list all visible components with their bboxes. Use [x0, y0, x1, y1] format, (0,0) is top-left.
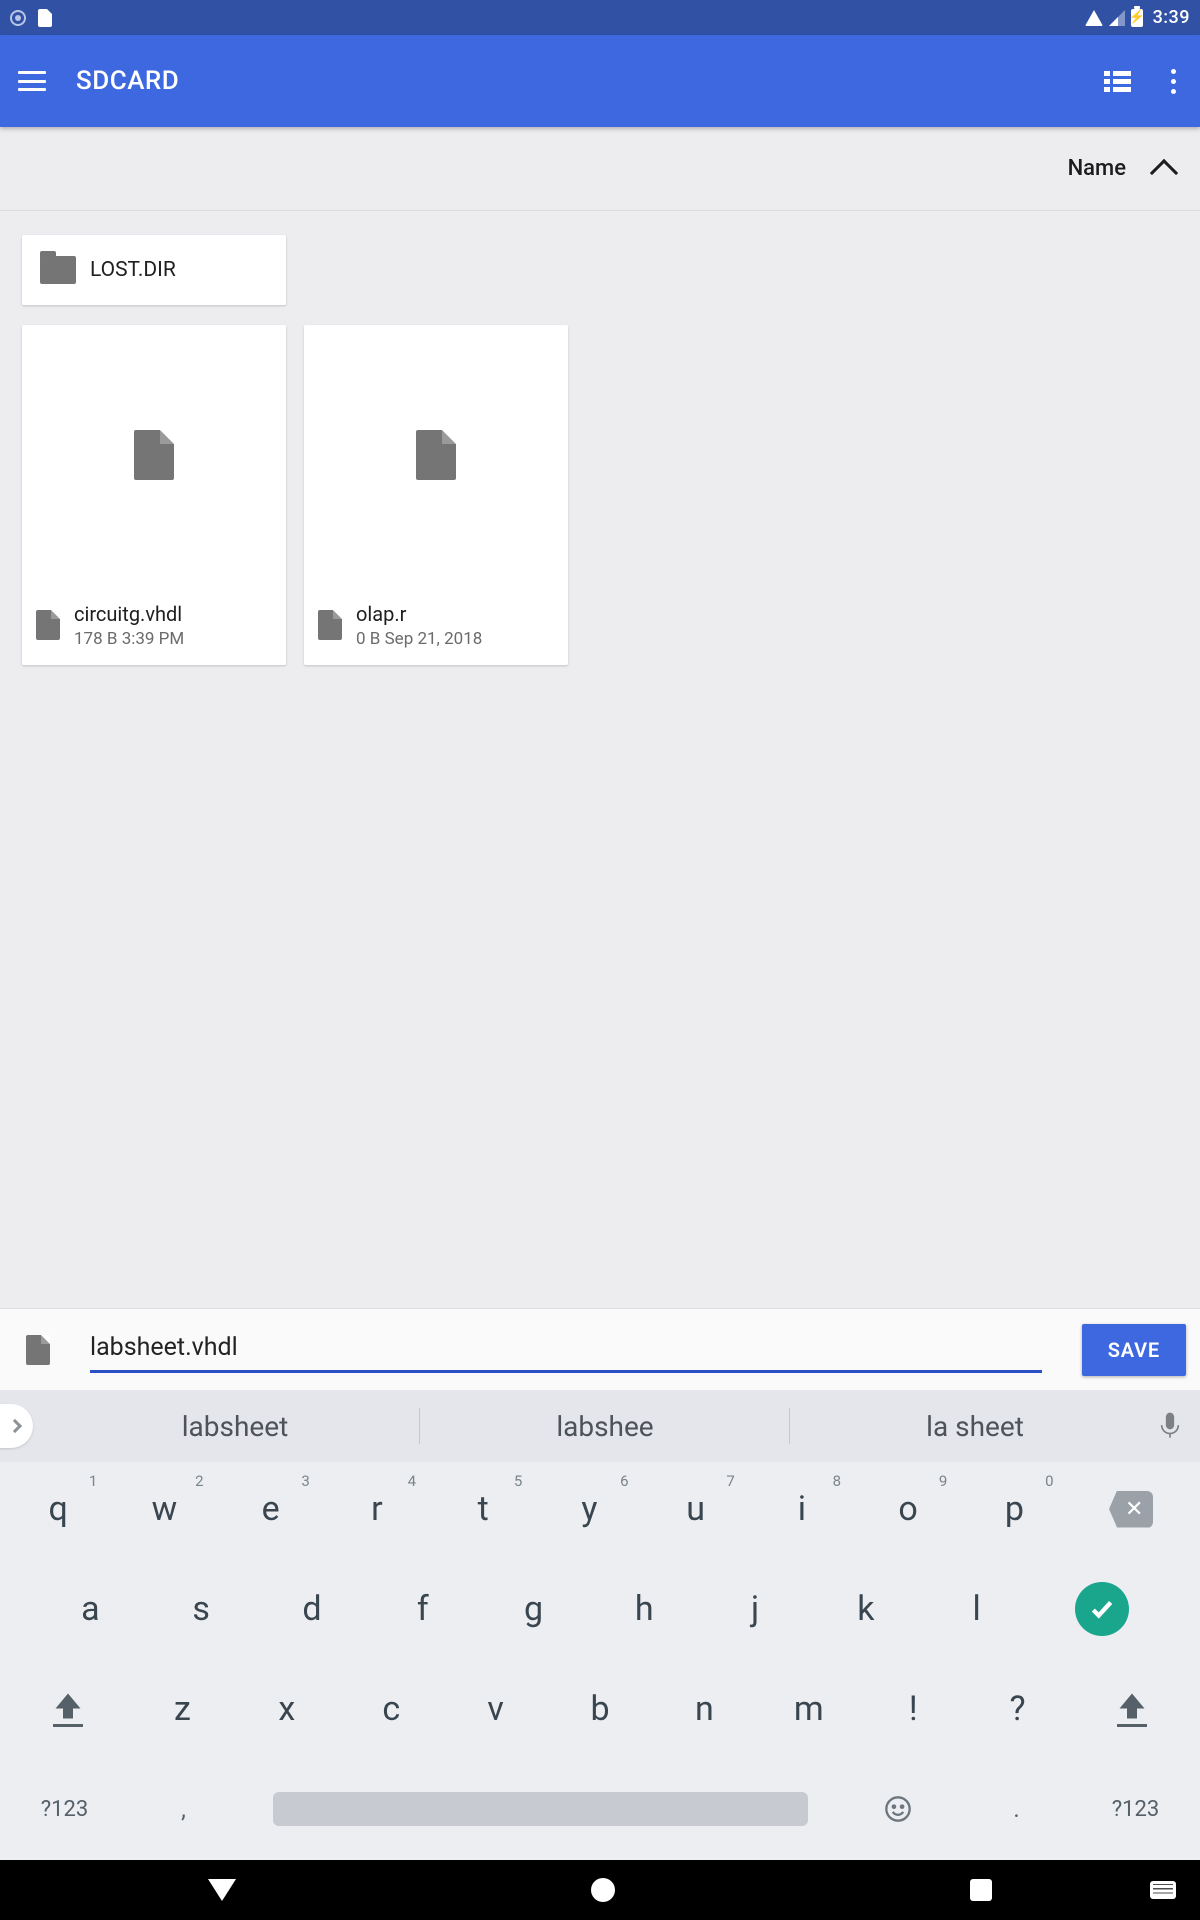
key-s[interactable]: s	[146, 1568, 257, 1650]
status-bar: ⚡ 3:39	[0, 0, 1200, 35]
key-a[interactable]: a	[35, 1568, 146, 1650]
key-m[interactable]: m	[757, 1668, 861, 1750]
file-icon	[36, 610, 60, 640]
recent-button[interactable]	[970, 1879, 992, 1901]
key-q[interactable]: q1	[5, 1468, 111, 1550]
keyboard-switch-icon[interactable]	[1150, 1881, 1176, 1899]
menu-icon[interactable]	[18, 71, 46, 91]
key-g[interactable]: g	[478, 1568, 589, 1650]
symbols-key[interactable]: ?123	[5, 1768, 124, 1850]
file-name: circuitg.vhdl	[74, 602, 184, 626]
key-n[interactable]: n	[652, 1668, 756, 1750]
shift-key[interactable]	[5, 1668, 130, 1750]
comma-key[interactable]: ,	[124, 1768, 243, 1850]
sort-ascending-icon[interactable]	[1150, 158, 1178, 186]
key-o[interactable]: o9	[855, 1468, 961, 1550]
key-d[interactable]: d	[257, 1568, 368, 1650]
save-button[interactable]: SAVE	[1082, 1324, 1186, 1376]
filename-bar: SAVE	[0, 1308, 1200, 1390]
cell-signal-icon	[1109, 10, 1125, 26]
file-grid: LOST.DIR circuitg.vhdl 178 B 3:39 PM	[0, 211, 1200, 1308]
sort-field-button[interactable]: Name	[1068, 156, 1126, 181]
view-list-icon[interactable]	[1104, 71, 1131, 92]
file-icon	[26, 1335, 50, 1365]
file-icon	[318, 610, 342, 640]
key-j[interactable]: j	[700, 1568, 811, 1650]
filename-input[interactable]	[90, 1327, 1042, 1373]
symbols-key[interactable]: ?123	[1076, 1768, 1195, 1850]
key-x[interactable]: x	[235, 1668, 339, 1750]
keyboard: q1w2e3r4t5y6u7i8o9p0✕ asdfghjkl zxcvbnm!…	[0, 1462, 1200, 1860]
file-item[interactable]: circuitg.vhdl 178 B 3:39 PM	[22, 325, 286, 665]
navigation-bar	[0, 1860, 1200, 1920]
wifi-icon	[1085, 10, 1103, 26]
app-notification-icon	[10, 10, 26, 26]
back-button[interactable]	[208, 1879, 236, 1901]
app-bar: SDCARD	[0, 35, 1200, 127]
sdcard-icon	[38, 9, 52, 27]
period-key[interactable]: .	[957, 1768, 1076, 1850]
file-meta: 178 B 3:39 PM	[74, 629, 184, 649]
key-e[interactable]: e3	[218, 1468, 324, 1550]
file-item[interactable]: olap.r 0 B Sep 21, 2018	[304, 325, 568, 665]
key-c[interactable]: c	[339, 1668, 443, 1750]
key-i[interactable]: i8	[749, 1468, 855, 1550]
file-meta: 0 B Sep 21, 2018	[356, 629, 482, 649]
sort-bar: Name	[0, 127, 1200, 211]
key-?[interactable]: ?	[965, 1668, 1069, 1750]
key-p[interactable]: p0	[961, 1468, 1067, 1550]
file-icon	[134, 430, 174, 480]
file-icon	[416, 430, 456, 480]
suggestion[interactable]: la sheet	[790, 1390, 1160, 1462]
key-l[interactable]: l	[921, 1568, 1032, 1650]
key-w[interactable]: w2	[111, 1468, 217, 1550]
folder-item[interactable]: LOST.DIR	[22, 235, 286, 305]
key-h[interactable]: h	[589, 1568, 700, 1650]
key-t[interactable]: t5	[430, 1468, 536, 1550]
folder-icon	[40, 256, 76, 284]
key-y[interactable]: y6	[536, 1468, 642, 1550]
key-v[interactable]: v	[443, 1668, 547, 1750]
suggestion-bar: labsheet labshee la sheet	[0, 1390, 1200, 1462]
page-title: SDCARD	[76, 66, 179, 96]
key-f[interactable]: f	[367, 1568, 478, 1650]
enter-key[interactable]	[1032, 1568, 1165, 1650]
space-key[interactable]	[243, 1768, 838, 1850]
key-r[interactable]: r4	[324, 1468, 430, 1550]
key-z[interactable]: z	[130, 1668, 234, 1750]
suggestion[interactable]: labsheet	[50, 1390, 420, 1462]
shift-key[interactable]	[1070, 1668, 1195, 1750]
emoji-key[interactable]	[838, 1768, 957, 1850]
folder-name: LOST.DIR	[90, 258, 176, 282]
key-u[interactable]: u7	[643, 1468, 749, 1550]
key-k[interactable]: k	[810, 1568, 921, 1650]
home-button[interactable]	[591, 1878, 615, 1902]
overflow-menu-icon[interactable]	[1165, 69, 1182, 94]
backspace-key[interactable]: ✕	[1068, 1468, 1196, 1550]
status-clock: 3:39	[1153, 7, 1190, 28]
key-b[interactable]: b	[548, 1668, 652, 1750]
file-name: olap.r	[356, 602, 482, 626]
suggestion[interactable]: labshee	[420, 1390, 790, 1462]
key-![interactable]: !	[861, 1668, 965, 1750]
battery-charging-icon: ⚡	[1131, 9, 1143, 27]
voice-input-icon[interactable]	[1160, 1412, 1200, 1440]
